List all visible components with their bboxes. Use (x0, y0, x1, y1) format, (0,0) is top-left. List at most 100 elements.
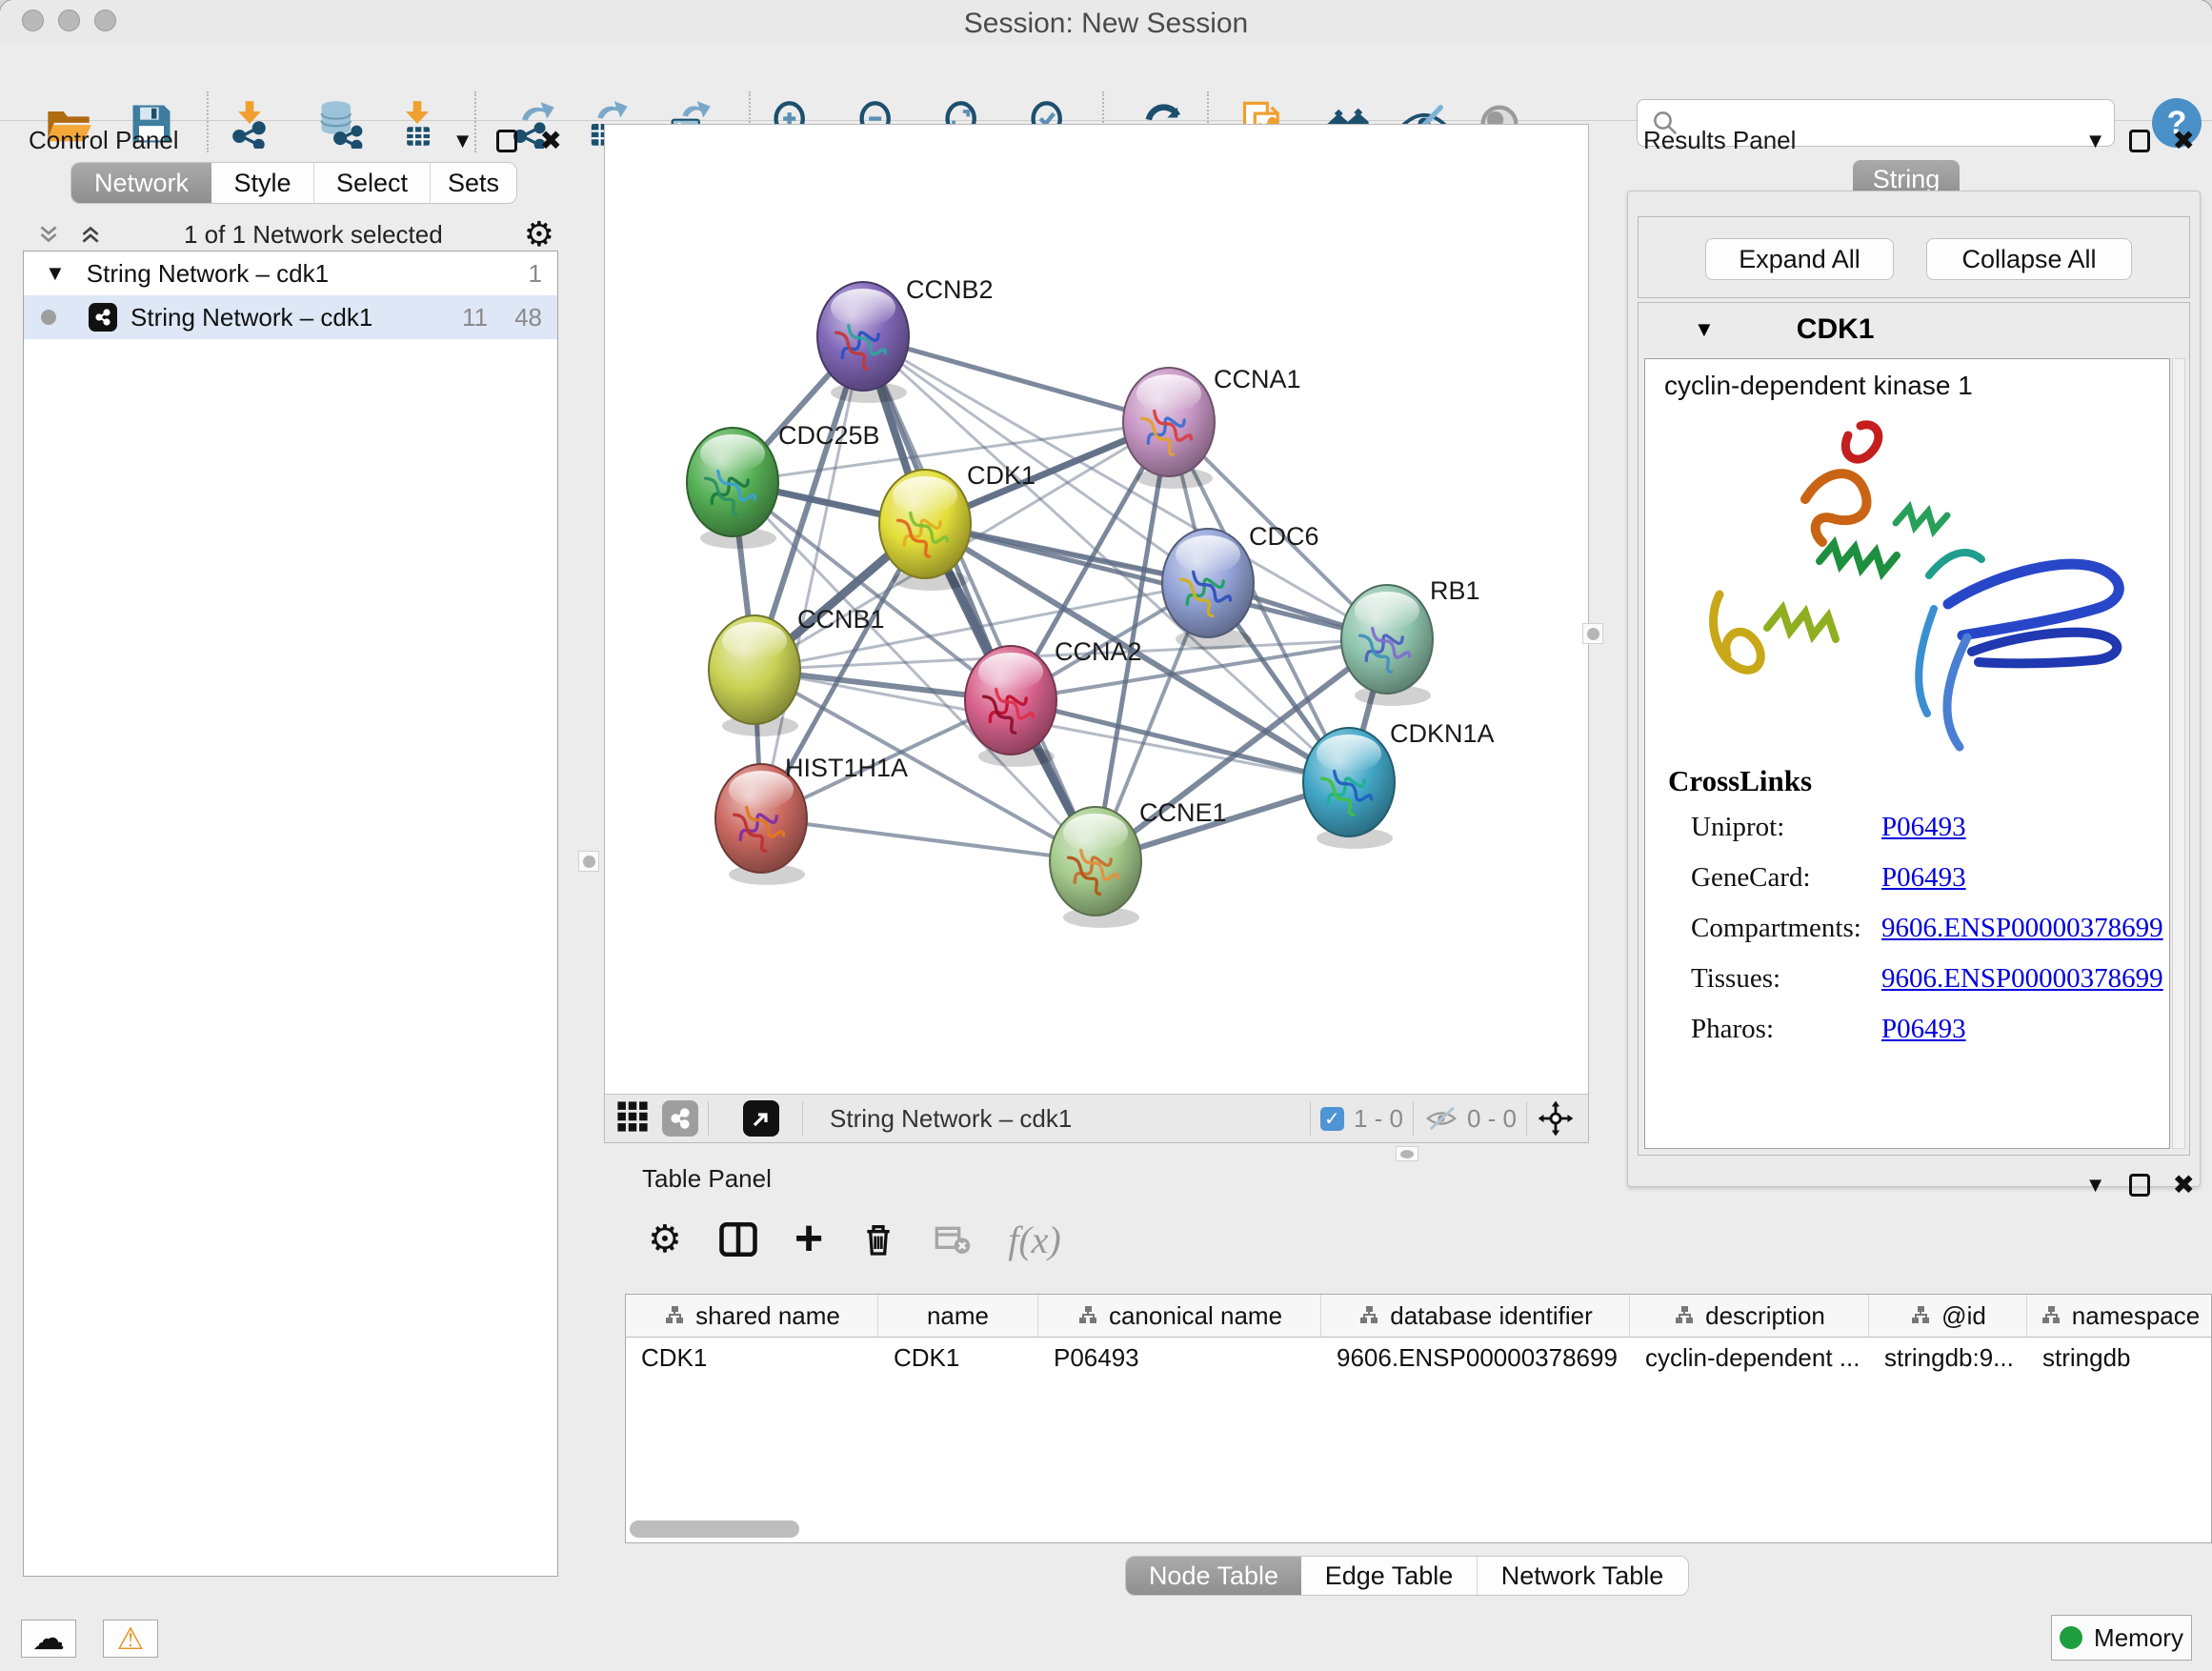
table-row[interactable]: CDK1CDK1P064939606.ENSP00000378699cyclin… (626, 1338, 2211, 1378)
network-graph[interactable]: CCNB2CCNA1CDC25BCDK1CDC6RB1CCNB1CCNA2CDK… (605, 125, 1588, 1095)
network-status-dot-icon (41, 310, 56, 325)
cell-namespace: stringdb (2027, 1338, 2212, 1378)
grid-mode-button[interactable] (616, 1100, 649, 1137)
column-header-canonical-name[interactable]: canonical name (1038, 1295, 1321, 1337)
birds-eye-view-icon[interactable] (1537, 1099, 1575, 1137)
network-options-gear-icon[interactable]: ⚙ (524, 215, 554, 254)
panel-menu-icon[interactable]: ▼ (2085, 129, 2106, 153)
float-panel-icon[interactable] (2129, 130, 2150, 152)
cloud-status-button[interactable]: ☁ (21, 1620, 76, 1658)
node-label-RB1: RB1 (1430, 576, 1480, 605)
close-panel-icon[interactable]: ✖ (2173, 1172, 2195, 1198)
left-splitter-handle[interactable] (578, 851, 599, 872)
tab-sets[interactable]: Sets (431, 163, 516, 203)
add-column-icon[interactable]: + (794, 1219, 823, 1259)
node-HIST1H1A[interactable]: HIST1H1A (715, 754, 908, 885)
cloud-icon: ☁ (32, 1620, 65, 1658)
network-view-share-icon[interactable] (662, 1100, 698, 1137)
edge-HIST1H1A-CCNE1[interactable] (761, 818, 1096, 861)
node-CCNB2[interactable]: CCNB2 (817, 275, 994, 403)
node-CCNB1[interactable]: CCNB1 (709, 605, 885, 736)
network-view[interactable]: CCNB2CCNA1CDC25BCDK1CDC6RB1CCNB1CCNA2CDK… (604, 124, 1589, 1143)
node-table[interactable]: shared namename canonical name database … (625, 1294, 2212, 1543)
collapse-all-button[interactable]: Collapse All (1926, 238, 2132, 280)
node-RB1[interactable]: RB1 (1341, 576, 1480, 706)
string-network-icon (89, 303, 117, 332)
results-scrollbar[interactable] (2172, 358, 2185, 1149)
node-label-CDK1: CDK1 (967, 461, 1036, 490)
node-label-CCNB1: CCNB1 (797, 605, 885, 634)
delete-column-trash-icon[interactable] (859, 1220, 897, 1258)
results-panel: Results Panel ▼ ✖ String Expand All Coll… (1619, 124, 2212, 1160)
gene-header[interactable]: ▼ CDK1 (1639, 303, 2189, 356)
gene-section: ▼ CDK1 cyclin-dependent kinase 1 (1638, 302, 2190, 1156)
cell-name: CDK1 (878, 1338, 1038, 1378)
node-CDC25B[interactable]: CDC25B (687, 421, 880, 549)
crosslink-link[interactable]: 9606.ENSP00000378699 (1881, 963, 2163, 995)
edge-CCNB2-HIST1H1A[interactable] (761, 336, 863, 818)
column-header-namespace[interactable]: namespace (2027, 1295, 2212, 1337)
netbar-separator (708, 1101, 709, 1136)
collapse-all-icon[interactable] (36, 222, 61, 247)
control-panel-title: Control Panel (29, 126, 179, 155)
network-selection-status: 1 of 1 Network selected (103, 220, 524, 250)
show-columns-icon[interactable] (718, 1219, 758, 1259)
column-network-icon (663, 1304, 686, 1327)
column-header-database-identifier[interactable]: database identifier (1321, 1295, 1630, 1337)
tab-network-table[interactable]: Network Table (1478, 1557, 1687, 1595)
edge-CCNB2-CCNE1[interactable] (863, 336, 1096, 861)
crosslink-link[interactable]: P06493 (1881, 862, 1966, 894)
table-panel: Table Panel ▼ ✖ ⚙ + f(x) (606, 1160, 2212, 1610)
node-CCNA1[interactable]: CCNA1 (1123, 365, 1301, 489)
panel-menu-icon[interactable]: ▼ (2085, 1173, 2106, 1198)
column-header-name[interactable]: name (878, 1295, 1038, 1337)
tree-expand-icon[interactable]: ▼ (45, 261, 66, 286)
network-row-selected[interactable]: String Network – cdk1 11 48 (24, 295, 557, 339)
close-panel-icon[interactable]: ✖ (540, 128, 562, 154)
selected-items-icon[interactable]: ✓ (1320, 1107, 1344, 1131)
tab-edge-table[interactable]: Edge Table (1301, 1557, 1478, 1595)
column-header-shared-name[interactable]: shared name (626, 1295, 878, 1337)
warnings-button[interactable]: ⚠ (103, 1620, 158, 1658)
title-bar: Session: New Session (0, 0, 2212, 42)
gene-description: cyclin-dependent kinase 1 (1645, 359, 2169, 401)
warning-icon: ⚠ (117, 1621, 145, 1657)
column-network-icon (1357, 1304, 1380, 1327)
hidden-items-icon[interactable] (1423, 1104, 1459, 1133)
crosslink-link[interactable]: P06493 (1881, 1014, 1966, 1045)
detach-view-button[interactable] (743, 1100, 779, 1137)
column-network-icon (2040, 1304, 2062, 1327)
close-panel-icon[interactable]: ✖ (2173, 128, 2195, 154)
bottom-splitter-handle[interactable] (1396, 1146, 1418, 1161)
crosslink-link[interactable]: P06493 (1881, 812, 1966, 843)
panel-menu-icon[interactable]: ▼ (452, 129, 473, 153)
tab-node-table[interactable]: Node Table (1126, 1557, 1301, 1595)
memory-label: Memory (2094, 1623, 2183, 1653)
float-panel-icon[interactable] (2129, 1174, 2150, 1197)
node-CCNE1[interactable]: CCNE1 (1050, 798, 1227, 928)
tab-select[interactable]: Select (314, 163, 431, 203)
column-header-@id[interactable]: @id (1869, 1295, 2027, 1337)
expand-all-icon[interactable] (78, 222, 103, 247)
column-network-icon (1909, 1304, 1932, 1327)
memory-button[interactable]: Memory (2051, 1615, 2192, 1661)
crosslink-link[interactable]: 9606.ENSP00000378699 (1881, 913, 2163, 944)
column-network-icon (1076, 1304, 1099, 1327)
node-CDKN1A[interactable]: CDKN1A (1303, 719, 1495, 849)
float-panel-icon[interactable] (496, 130, 517, 152)
crosslink-row: Compartments:9606.ENSP00000378699 (1691, 913, 2163, 944)
protein-structure-image (1653, 409, 2167, 771)
crosslink-label: Compartments: (1691, 913, 1881, 944)
horizontal-scrollbar-thumb[interactable] (630, 1520, 799, 1538)
tab-network[interactable]: Network (71, 163, 211, 203)
crosslink-row: Pharos:P06493 (1691, 1014, 2163, 1045)
expand-collapse-box: Expand All Collapse All (1638, 216, 2190, 298)
collapse-gene-icon[interactable]: ▼ (1694, 317, 1715, 342)
network-collection-row[interactable]: ▼ String Network – cdk1 1 (24, 252, 557, 295)
expand-all-button[interactable]: Expand All (1705, 238, 1894, 280)
right-splitter-handle[interactable] (1582, 623, 1603, 644)
tab-style[interactable]: Style (211, 163, 314, 203)
column-header-description[interactable]: description (1630, 1295, 1869, 1337)
table-options-gear-icon[interactable]: ⚙ (648, 1218, 682, 1261)
gene-name: CDK1 (1797, 313, 1875, 346)
